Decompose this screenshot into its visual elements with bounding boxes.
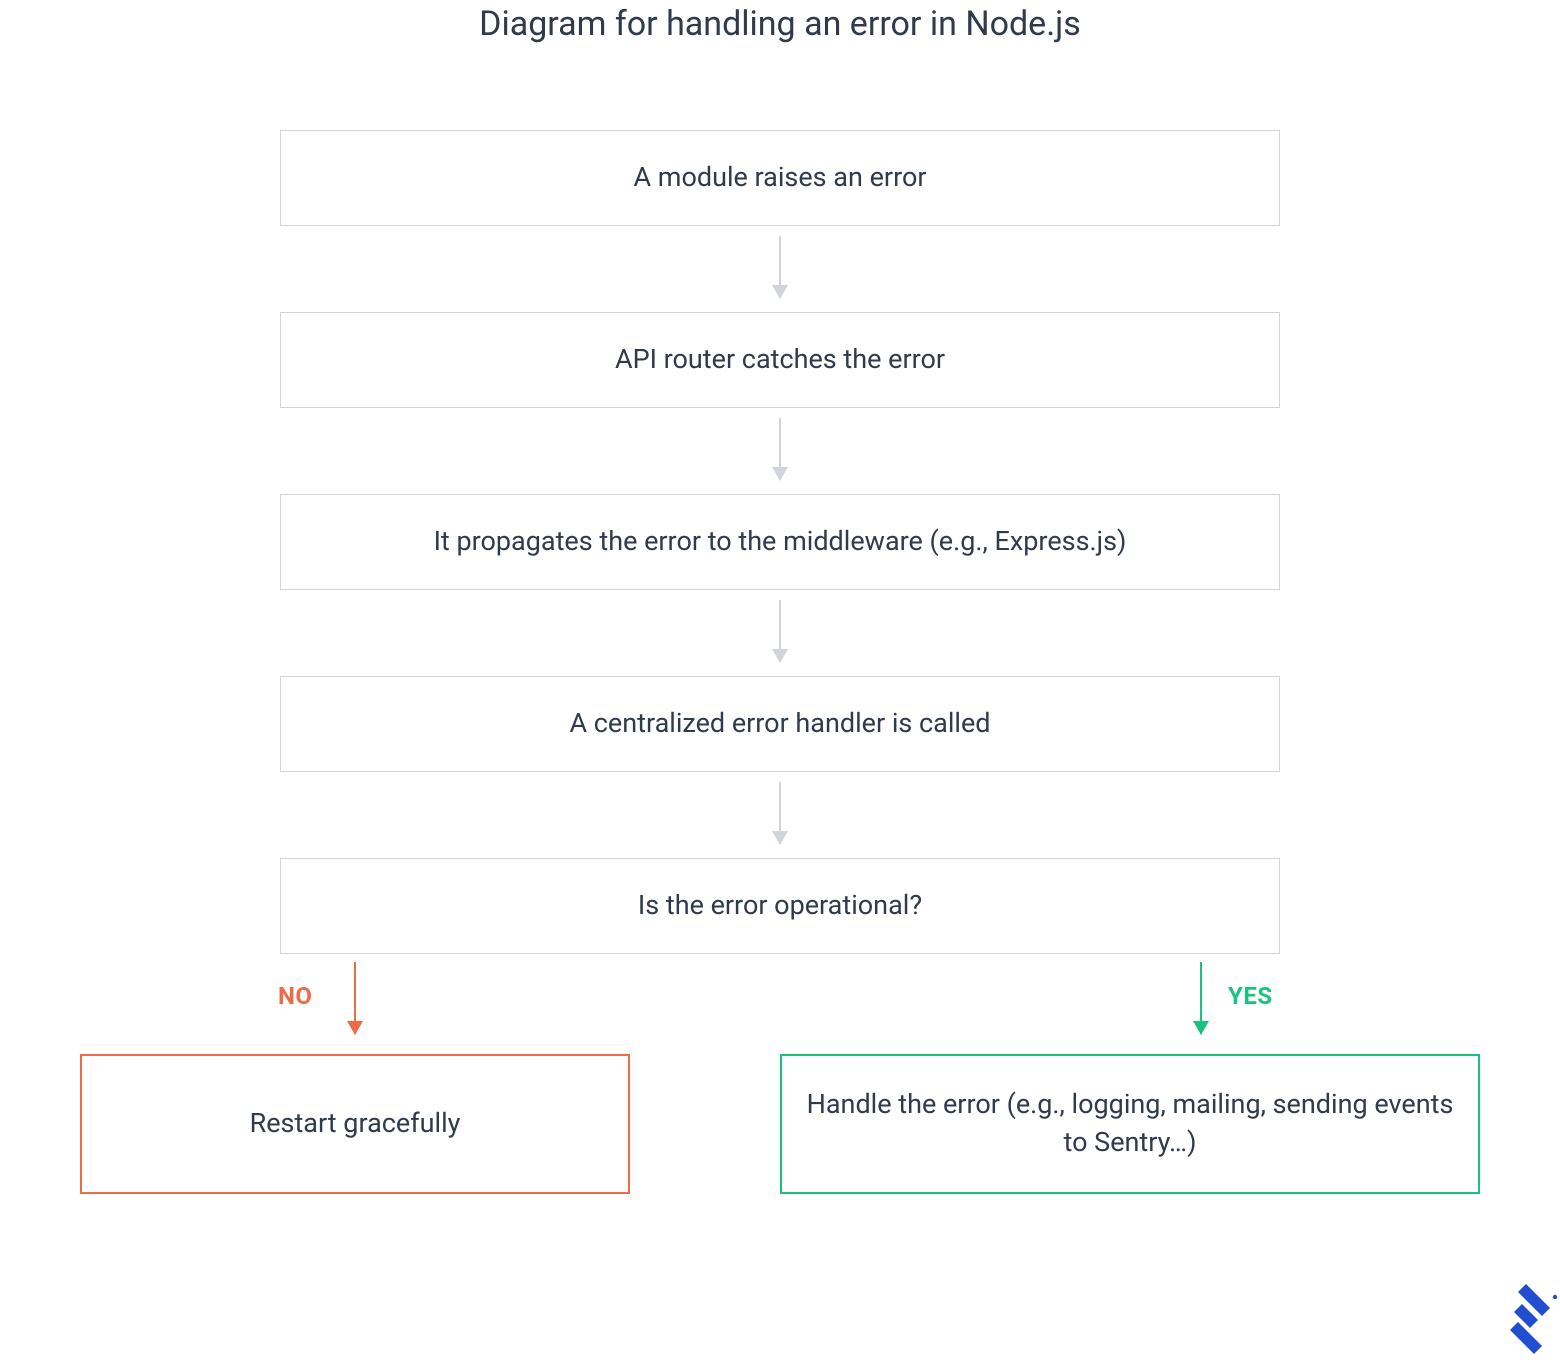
arrow-yes — [1200, 962, 1202, 1034]
step-propagate-middleware: It propagates the error to the middlewar… — [280, 494, 1280, 590]
outcome-restart-gracefully: Restart gracefully — [80, 1054, 630, 1194]
arrow-1 — [779, 236, 781, 298]
diagram-title: Diagram for handling an error in Node.js — [0, 4, 1560, 44]
branch-label-yes: YES — [1228, 982, 1273, 1010]
arrow-4 — [779, 782, 781, 844]
branch-label-no: NO — [278, 982, 312, 1010]
step-centralized-handler: A centralized error handler is called — [280, 676, 1280, 772]
step-module-raises-error: A module raises an error — [280, 130, 1280, 226]
arrow-3 — [779, 600, 781, 662]
step-api-router-catches: API router catches the error — [280, 312, 1280, 408]
arrow-no — [354, 962, 356, 1034]
arrow-2 — [779, 418, 781, 480]
decision-is-operational: Is the error operational? — [280, 858, 1280, 954]
diagram-canvas: Diagram for handling an error in Node.js… — [0, 0, 1560, 1360]
toptal-logo-icon — [1502, 1284, 1558, 1354]
outcome-handle-error: Handle the error (e.g., logging, mailing… — [780, 1054, 1480, 1194]
